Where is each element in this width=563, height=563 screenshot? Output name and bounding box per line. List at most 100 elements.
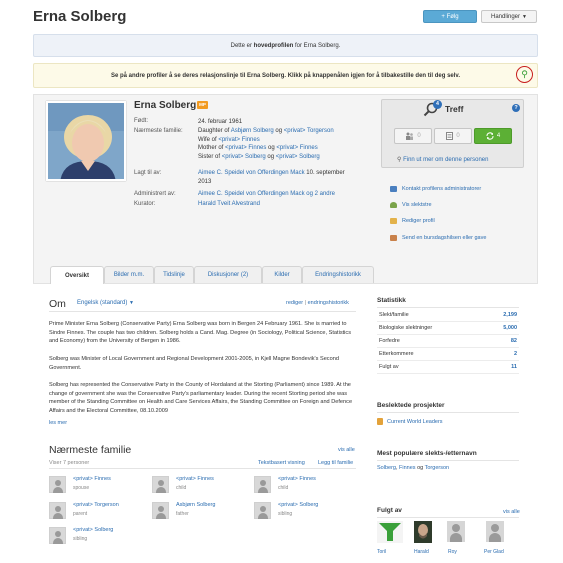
- stat-row[interactable]: Etterkommere 2: [377, 348, 519, 361]
- family-member-role: father: [176, 511, 189, 517]
- family-see-all-link[interactable]: vis alle: [338, 447, 355, 453]
- about-edit-link[interactable]: rediger: [286, 300, 303, 306]
- find-more-label: Finn ut mer om denne personen: [403, 157, 489, 163]
- tree-icon: [390, 202, 397, 208]
- main-profile-suffix: for Erna Solberg.: [293, 43, 341, 49]
- family-card[interactable]: <privat> Finnes child: [254, 474, 354, 496]
- family-link-father[interactable]: Asbjørn Solberg: [231, 128, 274, 134]
- people-icon: [406, 132, 414, 140]
- divider: [49, 311, 356, 312]
- family-member-role: parent: [73, 511, 88, 517]
- follower-avatar-harald[interactable]: [414, 521, 432, 543]
- read-more-link[interactable]: les mer: [49, 420, 67, 426]
- birthday-greeting-link[interactable]: Send en bursdagshilsen eller gave: [390, 235, 486, 241]
- find-more-link[interactable]: ⚲ Finn ut mer om denne personen: [397, 156, 488, 163]
- family-card[interactable]: <privat> Solberg sibling: [254, 500, 354, 522]
- conjunction-text: og: [265, 153, 276, 160]
- profile-photo[interactable]: [46, 101, 126, 181]
- stat-row[interactable]: Forfedre 82: [377, 335, 519, 348]
- matches-people-button[interactable]: 0: [394, 128, 432, 144]
- follower-name[interactable]: Roy: [448, 549, 457, 555]
- edit-profile-link[interactable]: Rediger profil: [390, 218, 435, 224]
- about-paragraph-3: Solberg has represented the Conservative…: [49, 382, 353, 414]
- family-card[interactable]: Asbjørn Solberg father: [152, 500, 252, 522]
- follower-avatar-toril[interactable]: [377, 521, 403, 543]
- conjunction-text: og: [266, 145, 277, 151]
- avatar-placeholder-icon: [254, 476, 271, 493]
- stat-row[interactable]: Biologiske slektninger 5,000: [377, 322, 519, 335]
- view-tree-label: Vis slektstre: [402, 202, 432, 208]
- family-relation-text: Sister of: [198, 153, 222, 160]
- follower-name[interactable]: Toril: [377, 549, 386, 555]
- search-icon: ⚲: [397, 157, 402, 163]
- curator-link[interactable]: Harald Tveit Alvestrand: [198, 201, 260, 207]
- family-link-mother[interactable]: <privat> Torgerson: [284, 128, 334, 134]
- family-link-child-2[interactable]: <privat> Finnes: [276, 145, 317, 151]
- family-link-child-1[interactable]: <privat> Finnes: [225, 145, 266, 151]
- managed-more-link[interactable]: og 2 andre: [305, 191, 335, 197]
- tab-timeline[interactable]: Tidslinje: [154, 266, 194, 283]
- matches-sync-button[interactable]: 4: [474, 128, 512, 144]
- stat-label: Biologiske slektninger: [379, 325, 433, 331]
- add-family-link[interactable]: Legg til familie: [318, 460, 353, 466]
- pushpin-button[interactable]: ⚲: [516, 66, 533, 83]
- about-history-link[interactable]: endringshistorikk: [308, 300, 349, 306]
- projects-title: Beslektede prosjekter: [377, 402, 445, 409]
- tab-history[interactable]: Endringshistorikk: [302, 266, 374, 283]
- stat-row[interactable]: Slekt/familie 2,199: [377, 309, 519, 322]
- language-dropdown[interactable]: Engelsk (standard) ▼: [77, 300, 134, 306]
- contact-admins-link[interactable]: Kontakt profilens administratorer: [390, 186, 481, 192]
- help-icon[interactable]: ?: [512, 104, 520, 112]
- relation-path-banner: Se på andre profiler å se deres relasjon…: [33, 63, 538, 88]
- curator-value: Harald Tveit Alvestrand: [198, 200, 260, 209]
- about-title: Om: [49, 298, 66, 310]
- follower-avatar-per-glad[interactable]: [486, 521, 504, 542]
- family-card[interactable]: <privat> Finnes child: [152, 474, 252, 496]
- edit-profile-label: Rediger profil: [402, 218, 435, 224]
- stat-value: 82: [510, 338, 517, 344]
- conjunction-text: og: [273, 128, 284, 134]
- family-card[interactable]: <privat> Finnes spouse: [49, 474, 149, 496]
- surname-link[interactable]: Torgerson: [425, 465, 449, 471]
- surname-link[interactable]: Finnes: [399, 465, 416, 471]
- divider: [377, 460, 519, 461]
- divider: [377, 412, 519, 413]
- matches-title: Treff: [445, 104, 464, 114]
- tab-discussions[interactable]: Diskusjoner (2): [194, 266, 262, 283]
- tab-photos[interactable]: Bilder m.m.: [104, 266, 154, 283]
- added-by-link[interactable]: Aimee C. Speidel von Offerdingen Mack: [198, 170, 305, 176]
- project-label: Current World Leaders: [387, 418, 443, 425]
- family-line-daughter: Daughter of Asbjørn Solberg og <privat> …: [198, 127, 334, 136]
- family-section-title: Nærmeste familie: [49, 444, 132, 456]
- managed-by-link[interactable]: Aimee C. Speidel von Offerdingen Mack: [198, 191, 305, 197]
- follow-button[interactable]: + Følg: [423, 10, 477, 23]
- family-card[interactable]: <privat> Solberg sibling: [49, 525, 149, 547]
- family-text-view-link[interactable]: Tekstbasert visning: [258, 460, 305, 466]
- tab-overview[interactable]: Oversikt: [50, 266, 104, 284]
- main-profile-prefix: Dette er: [230, 43, 254, 49]
- born-value: 24. februar 1961: [198, 119, 243, 125]
- follower-name[interactable]: Harald: [414, 549, 429, 555]
- view-tree-link[interactable]: Vis slektstre: [390, 202, 432, 208]
- edit-icon: [390, 218, 397, 224]
- surname-separator: og: [415, 465, 425, 471]
- actions-dropdown-button[interactable]: Handlinger ▼: [481, 10, 537, 23]
- project-link[interactable]: Current World Leaders: [377, 418, 443, 425]
- matches-documents-button[interactable]: 0: [434, 128, 472, 144]
- family-card[interactable]: <privat> Torgerson parent: [49, 500, 149, 522]
- family-link-spouse[interactable]: <privat> Finnes: [218, 137, 259, 143]
- avatar-placeholder-icon: [152, 502, 169, 519]
- family-line-sister: Sister of <privat> Solberg og <privat> S…: [198, 153, 334, 162]
- stat-row[interactable]: Fulgt av 11: [377, 361, 519, 374]
- follower-avatar-roy[interactable]: [447, 521, 465, 542]
- family-link-sibling-2[interactable]: <privat> Solberg: [276, 154, 320, 160]
- followers-see-all-link[interactable]: vis alle: [503, 509, 520, 515]
- follower-name[interactable]: Per Glad: [484, 549, 504, 555]
- stat-value: 11: [511, 364, 517, 370]
- surname-link[interactable]: Solberg: [377, 465, 396, 471]
- tab-sources[interactable]: Kilder: [262, 266, 302, 283]
- matches-documents-count: 0: [456, 133, 460, 139]
- popular-surnames-title: Mest populære slekts-/etternavn: [377, 450, 477, 457]
- family-link-sibling-1[interactable]: <privat> Solberg: [222, 154, 266, 160]
- chevron-down-icon: ▼: [129, 300, 134, 306]
